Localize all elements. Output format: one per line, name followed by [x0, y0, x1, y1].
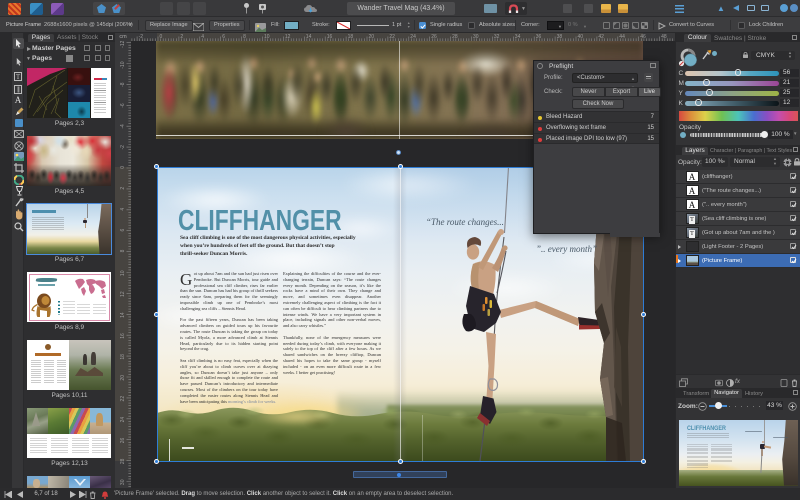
svg-text:32: 32 [494, 34, 500, 40]
svg-text:4: 4 [120, 208, 126, 211]
svg-text:-4: -4 [120, 124, 126, 129]
svg-text:10: 10 [264, 34, 270, 40]
svg-text:2: 2 [180, 34, 183, 40]
svg-text:14: 14 [306, 34, 312, 40]
svg-text:48: 48 [661, 34, 667, 40]
svg-text:18: 18 [120, 354, 126, 360]
svg-text:42: 42 [598, 34, 604, 40]
svg-text:8: 8 [120, 249, 126, 252]
svg-text:28: 28 [120, 458, 126, 464]
svg-text:20: 20 [120, 375, 126, 381]
svg-text:8: 8 [243, 34, 246, 40]
svg-text:30: 30 [473, 34, 479, 40]
svg-text:36: 36 [536, 34, 542, 40]
svg-text:-8: -8 [120, 82, 126, 87]
svg-text:26: 26 [120, 437, 126, 443]
svg-text:28: 28 [452, 34, 458, 40]
svg-text:38: 38 [557, 34, 563, 40]
svg-text:40: 40 [578, 34, 584, 40]
svg-text:-6: -6 [120, 103, 126, 108]
svg-text:-2: -2 [139, 34, 144, 40]
svg-text:24: 24 [410, 34, 416, 40]
svg-text:6: 6 [222, 34, 225, 40]
svg-text:4: 4 [201, 34, 204, 40]
svg-text:16: 16 [327, 34, 333, 40]
svg-text:0: 0 [160, 34, 163, 40]
svg-text:34: 34 [515, 34, 521, 40]
svg-text:44: 44 [619, 34, 625, 40]
svg-text:30: 30 [120, 479, 126, 485]
svg-text:-10: -10 [120, 61, 126, 68]
svg-text:14: 14 [120, 312, 126, 318]
svg-text:-2: -2 [120, 145, 126, 150]
svg-text:0: 0 [120, 166, 126, 169]
svg-text:12: 12 [120, 291, 126, 297]
svg-text:18: 18 [348, 34, 354, 40]
svg-text:26: 26 [431, 34, 437, 40]
svg-text:24: 24 [120, 417, 126, 423]
svg-text:-12: -12 [120, 41, 126, 48]
svg-text:16: 16 [120, 333, 126, 339]
svg-text:6: 6 [120, 228, 126, 231]
svg-text:46: 46 [640, 34, 646, 40]
svg-text:12: 12 [285, 34, 291, 40]
svg-text:2: 2 [120, 187, 126, 190]
svg-text:10: 10 [120, 270, 126, 276]
svg-text:22: 22 [389, 34, 395, 40]
svg-text:20: 20 [369, 34, 375, 40]
svg-text:22: 22 [120, 396, 126, 402]
